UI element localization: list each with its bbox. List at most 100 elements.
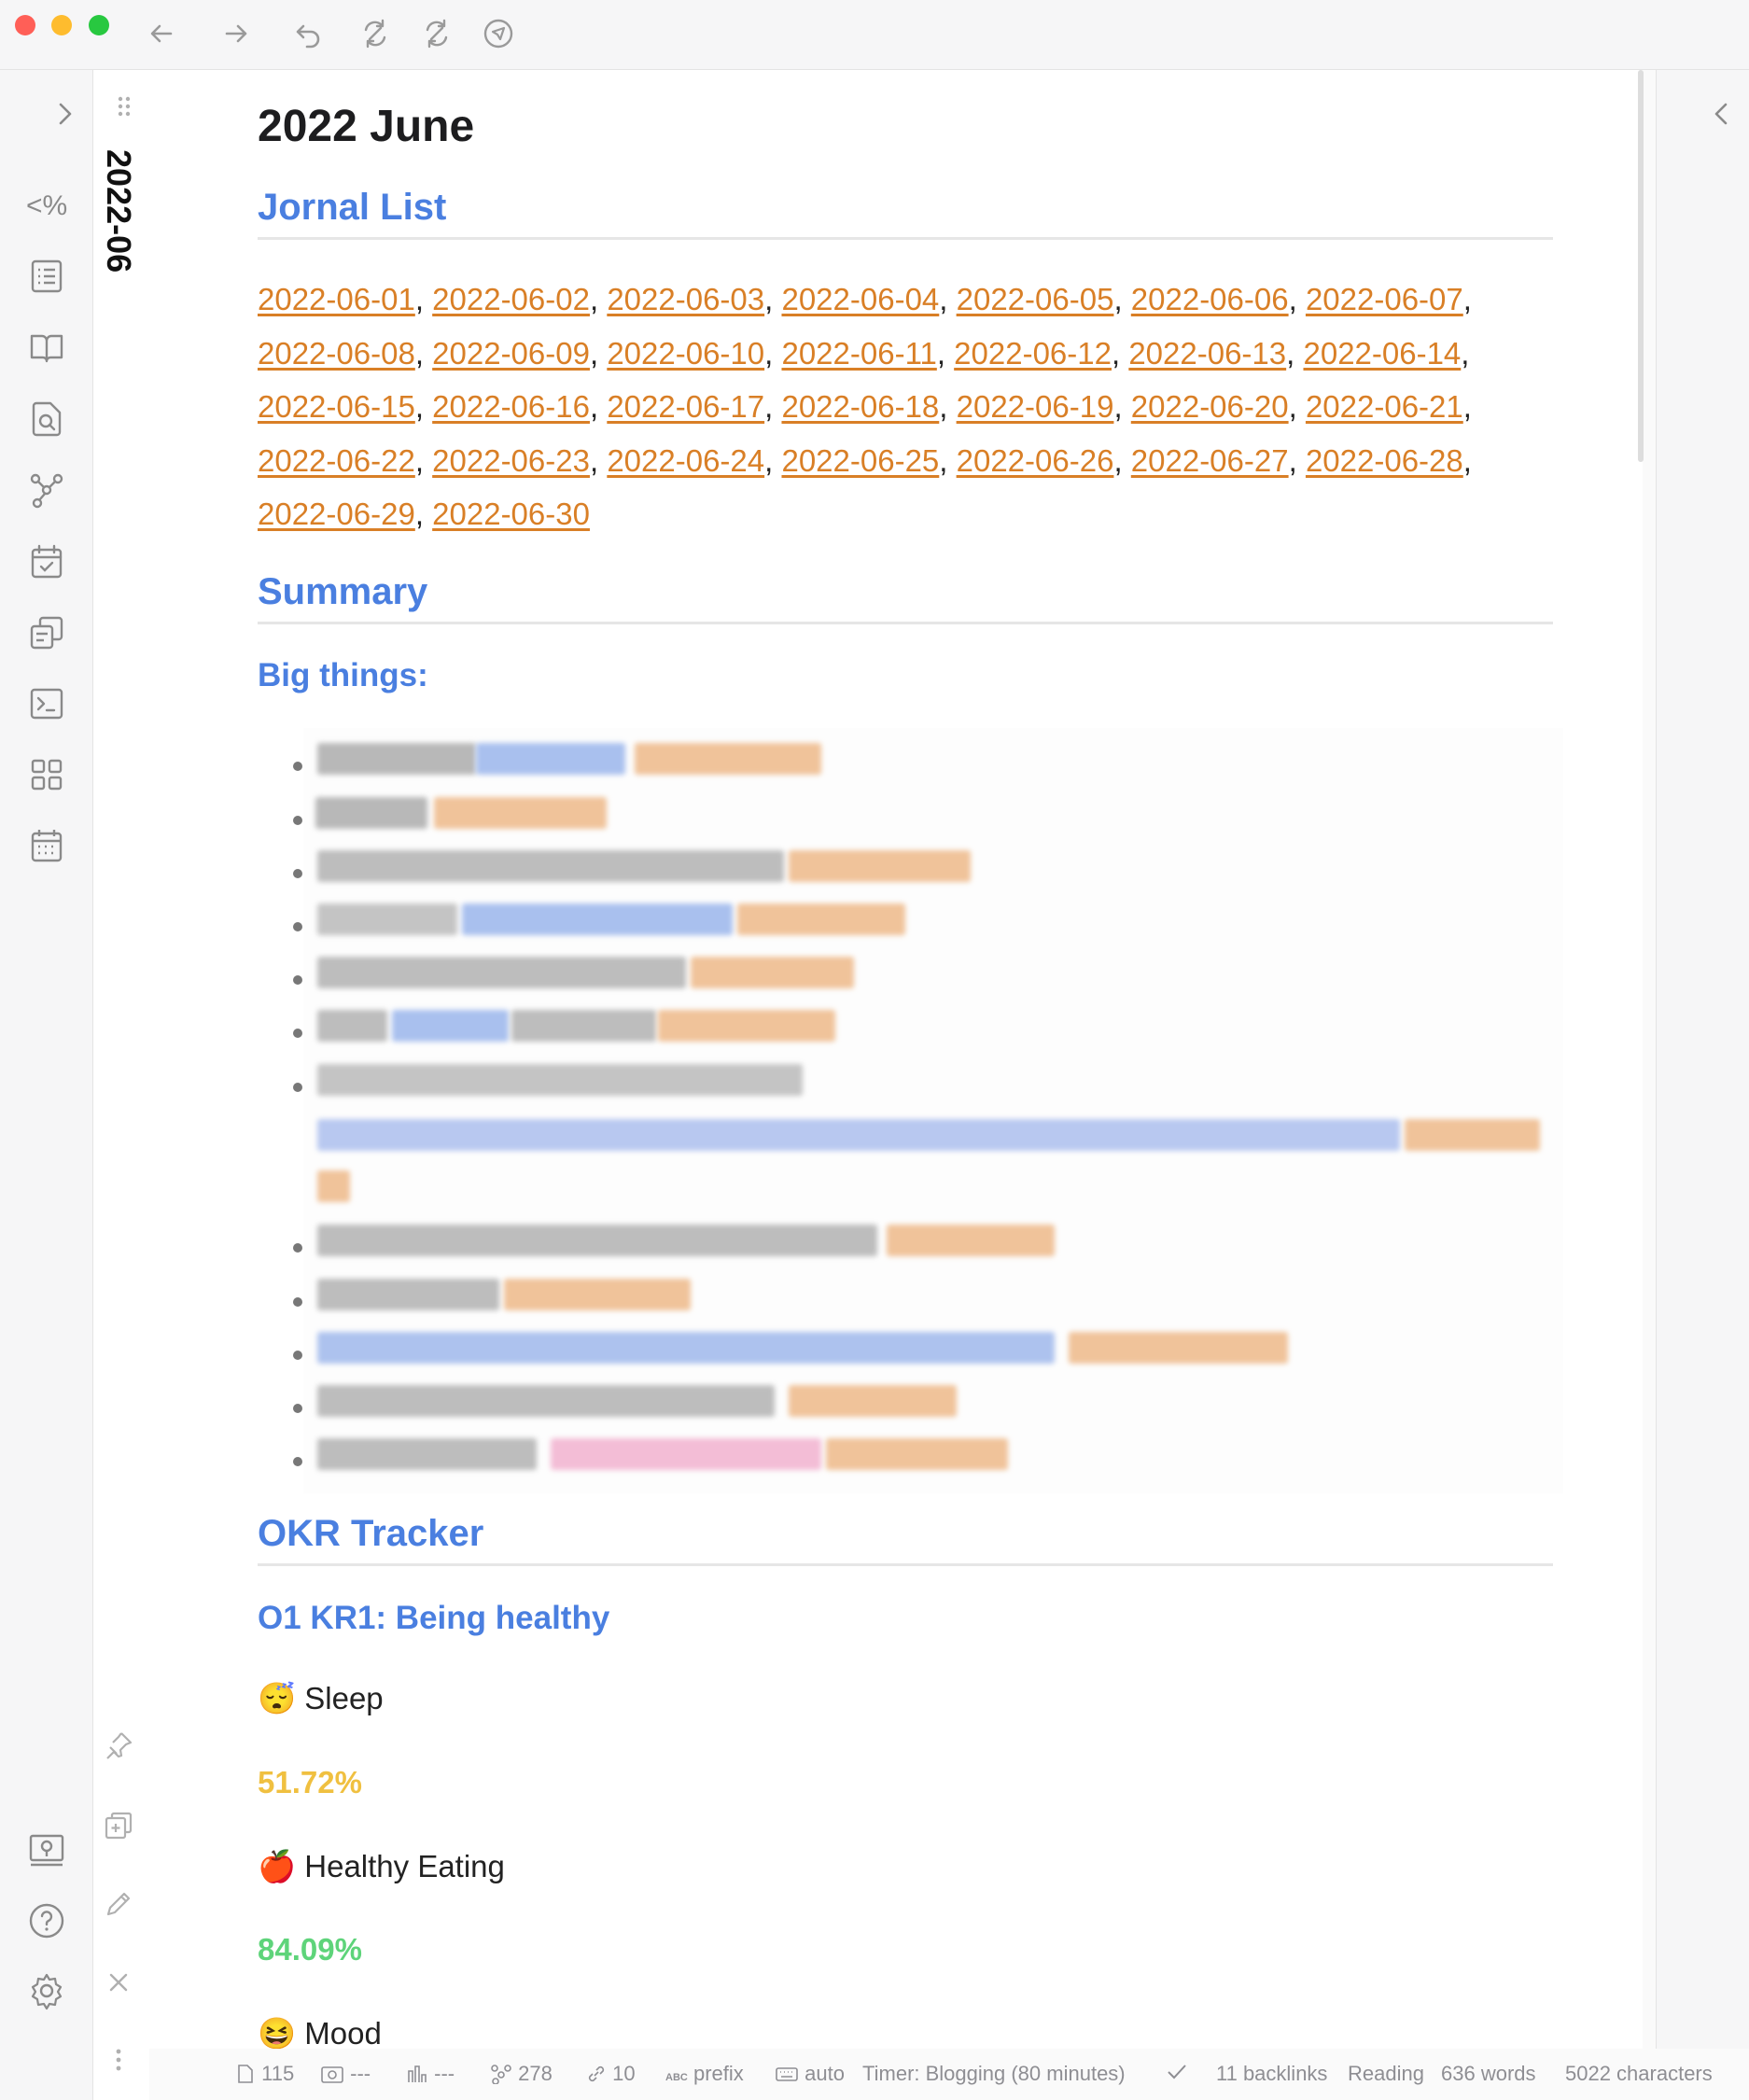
journal-date-link[interactable]: 2022-06-14 <box>1303 336 1461 371</box>
journal-date-link[interactable]: 2022-06-17 <box>607 389 764 424</box>
journal-date-link[interactable]: 2022-06-26 <box>957 443 1114 478</box>
journal-date-link[interactable]: 2022-06-28 <box>1306 443 1463 478</box>
tab-strip <box>93 70 149 2100</box>
redacted-text <box>317 1385 775 1417</box>
journal-date-link[interactable]: 2022-06-20 <box>1131 389 1289 424</box>
close-window-button[interactable] <box>15 15 35 35</box>
links-count[interactable]: 10 <box>586 2062 636 2086</box>
journal-date-link[interactable]: 2022-06-22 <box>258 443 415 478</box>
journal-date-link[interactable]: 2022-06-24 <box>607 443 764 478</box>
link-icon <box>588 2065 605 2082</box>
list-bullet <box>293 1029 302 1038</box>
copy-icon[interactable] <box>26 612 67 653</box>
link-separator: , <box>1288 442 1306 478</box>
journal-date-link[interactable]: 2022-06-10 <box>607 336 764 371</box>
journal-date-link[interactable]: 2022-06-23 <box>432 443 590 478</box>
journal-date-link[interactable]: 2022-06-06 <box>1131 282 1289 316</box>
journal-date-link[interactable]: 2022-06-11 <box>781 336 936 371</box>
link-separator: , <box>939 282 957 316</box>
backlinks-count[interactable]: 11 backlinks <box>1216 2062 1327 2086</box>
page-title: 2022 June <box>258 102 475 151</box>
zoom-window-button[interactable] <box>89 15 109 35</box>
chevron-left-icon[interactable] <box>1700 93 1742 134</box>
journal-date-link[interactable]: 2022-06-01 <box>258 282 415 316</box>
journal-date-link[interactable]: 2022-06-04 <box>781 282 939 316</box>
help-icon[interactable] <box>26 1900 67 1941</box>
back-arrow-icon[interactable] <box>145 17 178 50</box>
keyboard-mode[interactable]: auto <box>775 2062 845 2086</box>
terminal-icon[interactable] <box>26 683 67 724</box>
undo-icon[interactable] <box>291 17 325 50</box>
redacted-text <box>317 903 457 935</box>
chart-status[interactable]: --- <box>406 2062 455 2086</box>
journal-date-link[interactable]: 2022-06-09 <box>432 336 590 371</box>
journal-date-link[interactable]: 2022-06-12 <box>954 336 1112 371</box>
spellcheck-prefix[interactable]: ABC prefix <box>665 2062 744 2086</box>
journal-date-link[interactable]: 2022-06-30 <box>432 497 590 531</box>
more-icon[interactable] <box>103 2044 134 2076</box>
edit-icon[interactable] <box>103 1888 134 1920</box>
view-mode[interactable]: Reading <box>1348 2062 1424 2086</box>
journal-date-link[interactable]: 2022-06-16 <box>432 389 590 424</box>
bar-chart-icon <box>408 2065 427 2082</box>
journal-date-link[interactable]: 2022-06-13 <box>1128 336 1286 371</box>
redacted-text <box>317 957 686 988</box>
chevron-right-icon[interactable] <box>45 93 86 134</box>
journal-date-link[interactable]: 2022-06-29 <box>258 497 415 531</box>
edits-count[interactable]: 115 <box>235 2062 294 2086</box>
calendar-check-icon[interactable] <box>26 541 67 582</box>
list-bullet <box>293 1351 302 1360</box>
link-separator: , <box>414 389 433 424</box>
journal-date-link[interactable]: 2022-06-15 <box>258 389 415 424</box>
journal-date-link[interactable]: 2022-06-07 <box>1306 282 1463 316</box>
journal-date-link[interactable]: 2022-06-03 <box>607 282 764 316</box>
settings-icon[interactable] <box>26 1970 67 2011</box>
close-icon[interactable] <box>103 1967 134 1998</box>
journal-date-link[interactable]: 2022-06-19 <box>957 389 1114 424</box>
check-icon[interactable] <box>1165 2062 1189 2088</box>
scrollbar[interactable] <box>1638 70 1644 462</box>
minimize-window-button[interactable] <box>51 15 72 35</box>
add-pane-icon[interactable] <box>103 1810 134 1841</box>
drag-handle-icon[interactable] <box>109 91 131 123</box>
journal-heading: Jornal List <box>258 187 447 228</box>
sync-icon[interactable] <box>358 17 392 50</box>
journal-date-link[interactable]: 2022-06-05 <box>957 282 1114 316</box>
journal-date-link[interactable]: 2022-06-21 <box>1306 389 1463 424</box>
capture-status[interactable]: --- <box>320 2062 371 2086</box>
journal-date-link[interactable]: 2022-06-02 <box>432 282 590 316</box>
tab-title-vertical[interactable]: 2022-06 <box>100 149 138 299</box>
camera-icon <box>321 2066 343 2083</box>
list-bullet <box>293 1457 302 1466</box>
journal-date-link[interactable]: 2022-06-25 <box>781 443 939 478</box>
link-separator: , <box>936 335 955 371</box>
graph-icon[interactable] <box>26 469 67 511</box>
search-file-icon[interactable] <box>26 399 67 440</box>
link-separator: , <box>1113 389 1131 424</box>
journal-date-link[interactable]: 2022-06-18 <box>781 389 939 424</box>
abc-icon: ABC <box>665 2072 688 2083</box>
navigate-icon[interactable] <box>482 17 515 50</box>
graph-count[interactable]: 278 <box>490 2062 553 2086</box>
calendar-icon[interactable] <box>26 825 67 866</box>
redacted-text <box>317 850 784 882</box>
eating-percentage: 84.09% <box>258 1932 362 1967</box>
book-icon[interactable] <box>26 327 67 368</box>
link-separator: , <box>764 389 782 424</box>
sync-alt-icon[interactable] <box>420 17 454 50</box>
left-ribbon <box>0 70 93 2100</box>
redacted-text <box>658 1010 835 1042</box>
journal-date-link[interactable]: 2022-06-27 <box>1131 443 1289 478</box>
link-separator: , <box>764 282 782 316</box>
outline-icon[interactable] <box>26 256 67 297</box>
vault-icon[interactable] <box>26 1829 67 1870</box>
templater-icon[interactable]: <% <box>26 185 67 226</box>
redacted-text <box>1069 1332 1288 1364</box>
timer-status[interactable]: Timer: Blogging (80 minutes) <box>862 2062 1126 2086</box>
journal-date-link[interactable]: 2022-06-08 <box>258 336 415 371</box>
nodes-icon <box>491 2065 511 2085</box>
apps-icon[interactable] <box>26 754 67 795</box>
redacted-text <box>317 1119 1400 1151</box>
forward-arrow-icon[interactable] <box>219 17 253 50</box>
pin-icon[interactable] <box>103 1729 134 1761</box>
